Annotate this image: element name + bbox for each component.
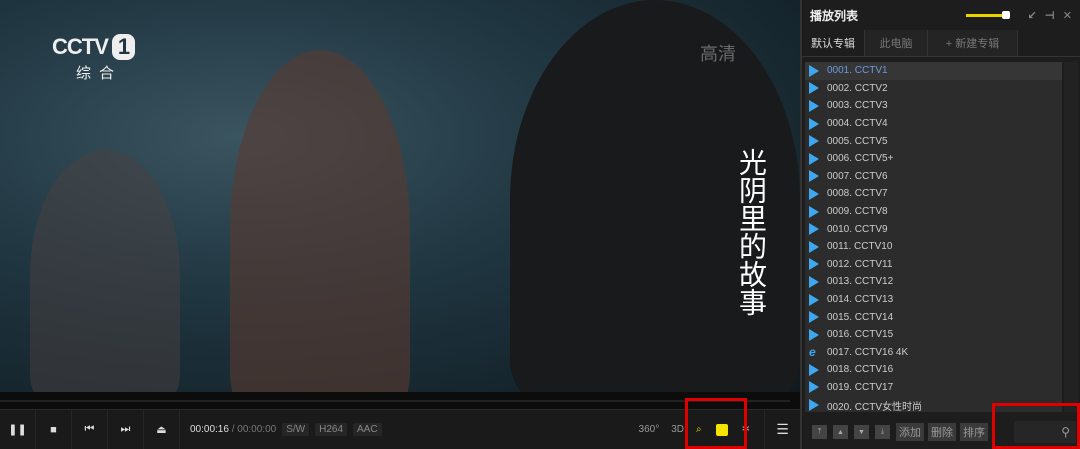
play-icon [809, 293, 819, 306]
playlist-item[interactable]: e 0017. CCTV16 4K [805, 344, 1062, 362]
playlist-item[interactable]: 0013. CCTV12 [805, 273, 1062, 291]
playlist-item[interactable]: 0006. CCTV5+ [805, 150, 1062, 168]
play-icon [809, 381, 819, 394]
move-down-button[interactable]: ▼ [854, 425, 869, 439]
decoder-tag[interactable]: S/W [282, 423, 310, 436]
highlight-box [685, 398, 747, 449]
playlist-item-label: 0002. CCTV2 [827, 82, 888, 94]
playlist-item[interactable]: 0015. CCTV14 [805, 308, 1062, 326]
play-icon [809, 64, 819, 77]
playlist-item[interactable]: 0005. CCTV5 [805, 132, 1062, 150]
play-icon [809, 240, 819, 253]
playlist-item[interactable]: 0018. CCTV16 [805, 361, 1062, 379]
pin-icon[interactable]: ⊣ [1045, 9, 1055, 22]
progress-bar[interactable] [0, 392, 800, 410]
playlist-item[interactable]: 0009. CCTV8 [805, 203, 1062, 221]
play-icon [809, 99, 819, 112]
playlist-item-label: 0019. CCTV17 [827, 381, 894, 393]
play-icon [809, 311, 819, 324]
video-area[interactable]: CCTV 1 综合 高清 光阴里的故事 [0, 0, 800, 392]
playlist-item-label: 0004. CCTV4 [827, 118, 888, 130]
playlist-item-label: 0001. CCTV1 [827, 65, 888, 77]
delete-button[interactable]: 删除 [928, 423, 956, 441]
channel-logo: CCTV 1 [52, 34, 136, 60]
video-codec-tag: H264 [315, 423, 348, 436]
scrollbar[interactable] [1064, 62, 1078, 412]
show-title: 光阴里的故事 [735, 148, 768, 316]
stop-button[interactable]: ■ [36, 410, 72, 449]
play-icon [809, 223, 819, 236]
playlist-item-label: 0017. CCTV16 4K [827, 346, 909, 358]
playlist-item[interactable]: 0012. CCTV11 [805, 256, 1062, 274]
play-icon [809, 187, 819, 200]
playlist-item-label: 0007. CCTV6 [827, 170, 888, 182]
play-icon [809, 363, 819, 376]
playlist-item-label: 0005. CCTV5 [827, 135, 888, 147]
playlist-item-label: 0020. CCTV女性时尚 [827, 401, 923, 412]
move-bottom-button[interactable]: ⤓ [875, 425, 890, 439]
channel-subtitle: 综合 [76, 65, 123, 82]
minimize-icon[interactable]: ↙ [1028, 9, 1037, 22]
play-icon [809, 258, 819, 271]
play-icon [809, 170, 819, 183]
playlist-item-label: 0012. CCTV11 [827, 258, 893, 270]
play-icon [809, 152, 819, 165]
control-bar: ❚❚ ■ ⏮ ⏭ ⏏ 00:00:16 / 00:00:00 S/W H264 … [0, 410, 800, 449]
playlist-item[interactable]: 0019. CCTV17 [805, 379, 1062, 397]
play-icon [809, 328, 819, 341]
play-icon [809, 117, 819, 130]
audio-codec-tag: AAC [353, 423, 382, 436]
close-icon[interactable]: ✕ [1063, 9, 1072, 22]
volume-slider[interactable] [965, 10, 1010, 19]
move-top-button[interactable]: ⤒ [812, 425, 827, 439]
playlist-item-label: 0008. CCTV7 [827, 188, 888, 200]
tab-new-album[interactable]: + 新建专辑 [928, 30, 1018, 56]
playlist-item-label: 0015. CCTV14 [827, 311, 894, 323]
playlist-item[interactable]: 0008. CCTV7 [805, 185, 1062, 203]
eject-button[interactable]: ⏏ [144, 410, 180, 449]
playlist-item-label: 0010. CCTV9 [827, 223, 888, 235]
playlist-item-label: 0006. CCTV5+ [827, 153, 894, 165]
next-button[interactable]: ⏭ [108, 410, 144, 449]
highlight-box [992, 403, 1080, 449]
play-icon [809, 275, 819, 288]
move-up-button[interactable]: ▲ [833, 425, 848, 439]
play-icon [809, 205, 819, 218]
playlist-item[interactable]: 0003. CCTV3 [805, 97, 1062, 115]
playlist-item[interactable]: 0004. CCTV4 [805, 115, 1062, 133]
playlist-panel: 播放列表 ↙ ⊣ ✕ 默认专辑 此电脑 + 新建专辑 0001. CCTV1 00… [800, 0, 1080, 449]
ie-icon: e [809, 345, 816, 360]
pause-button[interactable]: ❚❚ [0, 410, 36, 449]
playlist-title: 播放列表 [810, 8, 859, 23]
play-icon [809, 399, 819, 412]
watermark: 高清 [700, 44, 736, 64]
playlist-item[interactable]: 0011. CCTV10 [805, 238, 1062, 256]
playlist-item[interactable]: 0010. CCTV9 [805, 220, 1062, 238]
playlist-item-label: 0016. CCTV15 [827, 329, 894, 341]
playlist-item-label: 0003. CCTV3 [827, 100, 888, 112]
playlist-item-label: 0009. CCTV8 [827, 206, 888, 218]
add-button[interactable]: 添加 [896, 423, 924, 441]
tab-default-album[interactable]: 默认专辑 [802, 30, 865, 56]
playlist-item-label: 0014. CCTV13 [827, 294, 894, 306]
3d-button[interactable]: 3D [671, 424, 684, 435]
play-icon [809, 82, 819, 95]
play-icon [809, 135, 819, 148]
menu-button[interactable]: ☰ [764, 410, 800, 449]
playlist-item-label: 0011. CCTV10 [827, 241, 893, 253]
time-display: 00:00:16 / 00:00:00 [190, 424, 277, 435]
playlist-item[interactable]: 0016. CCTV15 [805, 326, 1062, 344]
playlist-item[interactable]: 0001. CCTV1 [805, 62, 1062, 80]
playlist-item[interactable]: 0007. CCTV6 [805, 168, 1062, 186]
tab-this-pc[interactable]: 此电脑 [865, 30, 928, 56]
vr-360-button[interactable]: 360° [639, 424, 660, 435]
playlist-item-label: 0018. CCTV16 [827, 364, 894, 376]
playlist-list: 0001. CCTV1 0002. CCTV2 0003. CCTV3 0004. C… [805, 62, 1062, 412]
previous-button[interactable]: ⏮ [72, 410, 108, 449]
playlist-item[interactable]: 0002. CCTV2 [805, 80, 1062, 98]
sort-button[interactable]: 排序 [960, 423, 988, 441]
playlist-item-label: 0013. CCTV12 [827, 276, 894, 288]
playlist-item[interactable]: 0014. CCTV13 [805, 291, 1062, 309]
